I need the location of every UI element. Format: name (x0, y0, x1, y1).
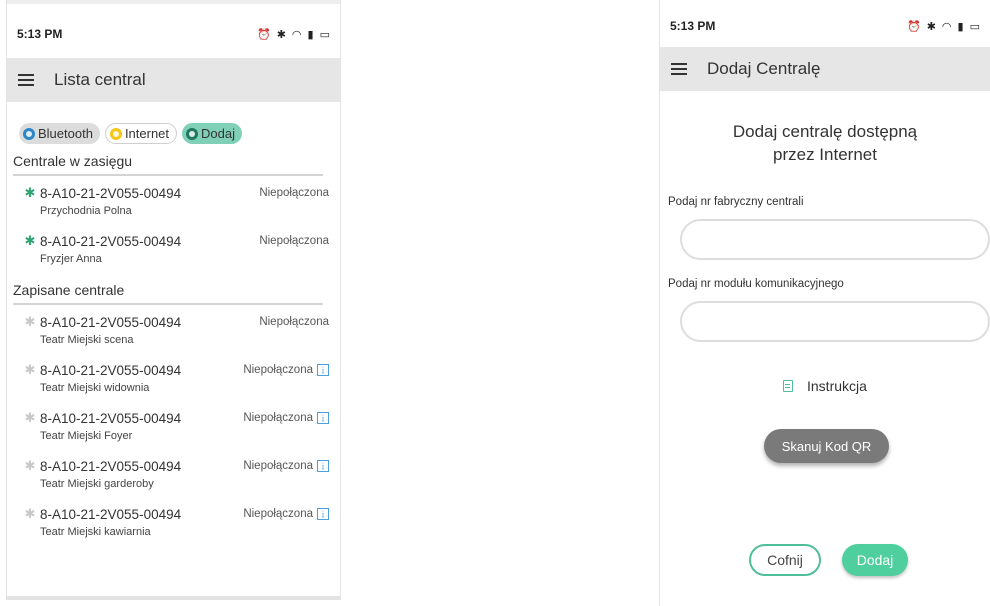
device-code: 8-A10-21-2V055-00494 (40, 362, 182, 378)
bluetooth-chip[interactable]: Bluetooth (19, 123, 100, 144)
plus-icon (186, 127, 199, 140)
instructions-link[interactable]: Instrukcja (783, 378, 867, 394)
device-name: Teatr Miejski kawiarnia (40, 526, 151, 538)
page-title: Lista central (54, 70, 146, 89)
status-icons: ⏰ ✱ ◠ ▮ ▭ (907, 20, 980, 33)
serial-number-field[interactable] (680, 219, 990, 260)
internet-dot-icon (109, 127, 122, 140)
instructions-label: Instrukcja (807, 378, 867, 394)
device-name: Teatr Miejski widownia (40, 382, 150, 394)
device-code: 8-A10-21-2V055-00494 (40, 233, 182, 249)
bluetooth-icon: ✱ (24, 506, 36, 521)
device-name: Teatr Miejski garderoby (40, 478, 154, 490)
signal-icon: ▮ (957, 20, 964, 33)
filter-chips: Bluetooth Internet Dodaj (19, 123, 242, 144)
status-bar: 5:13 PM ⏰ ✱ ◠ ▮ ▭ (7, 20, 340, 48)
chip-label: Internet (124, 126, 170, 141)
section-saved: Zapisane centrale (13, 282, 323, 305)
internet-chip[interactable]: Internet (104, 123, 178, 144)
list-item[interactable]: ✱ 8-A10-21-2V055-00494 Niepołączona i Te… (23, 361, 329, 394)
app-bar: Dodaj Centralę (660, 47, 990, 91)
connection-status: Niepołączona (259, 235, 329, 247)
menu-icon[interactable] (671, 63, 687, 75)
document-icon (783, 380, 793, 392)
menu-icon[interactable] (18, 74, 34, 86)
device-name: Fryzjer Anna (40, 253, 102, 265)
heading-line-1: Dodaj centralę dostępną (732, 122, 918, 141)
list-item[interactable]: ✱ 8-A10-21-2V055-00494 Niepołączona Fryz… (23, 232, 329, 265)
battery-icon: ▭ (319, 28, 330, 41)
module-number-field[interactable] (680, 301, 990, 342)
section-in-range: Centrale w zasięgu (13, 153, 323, 176)
bluetooth-icon: ✱ (24, 410, 36, 425)
wifi-icon: ◠ (291, 28, 302, 41)
device-code: 8-A10-21-2V055-00494 (40, 185, 182, 201)
status-icons: ⏰ ✱ ◠ ▮ ▭ (257, 28, 330, 41)
heading-line-2: przez Internet (773, 145, 877, 164)
list-item[interactable]: ✱ 8-A10-21-2V055-00494 Niepołączona i Te… (23, 457, 329, 490)
bluetooth-icon: ✱ (926, 20, 936, 33)
device-code: 8-A10-21-2V055-00494 (40, 506, 182, 522)
info-icon[interactable]: i (317, 364, 329, 376)
device-code: 8-A10-21-2V055-00494 (40, 314, 182, 330)
connection-status: Niepołączona (243, 364, 313, 376)
top-edge (7, 0, 340, 4)
form-heading: Dodaj centralę dostępną przez Internet (660, 120, 990, 166)
device-name: Teatr Miejski Foyer (40, 430, 133, 442)
list-item[interactable]: ✱ 8-A10-21-2V055-00494 Niepołączona i Te… (23, 505, 329, 538)
signal-icon: ▮ (307, 28, 314, 41)
device-name: Przychodnia Polna (40, 205, 132, 217)
info-icon[interactable]: i (317, 412, 329, 424)
connection-status: Niepołączona (243, 508, 313, 520)
info-icon[interactable]: i (317, 460, 329, 472)
status-time: 5:13 PM (17, 27, 63, 41)
module-number-label: Podaj nr modułu komunikacyjnego (668, 278, 844, 290)
wifi-icon: ◠ (941, 20, 952, 33)
chip-label: Dodaj (201, 126, 235, 141)
connection-status: Niepołączona (243, 460, 313, 472)
status-time: 5:13 PM (670, 19, 716, 33)
battery-icon: ▭ (969, 20, 980, 33)
connection-status: Niepołączona (259, 316, 329, 328)
info-icon[interactable]: i (317, 508, 329, 520)
page-title: Dodaj Centralę (707, 59, 821, 78)
alarm-icon: ⏰ (257, 28, 271, 41)
add-button[interactable]: Dodaj (842, 544, 908, 576)
status-bar: 5:13 PM ⏰ ✱ ◠ ▮ ▭ (660, 12, 990, 40)
list-item[interactable]: ✱ 8-A10-21-2V055-00494 Niepołączona i Te… (23, 409, 329, 442)
bluetooth-icon: ✱ (24, 233, 36, 248)
bluetooth-icon: ✱ (24, 185, 36, 200)
bluetooth-icon: ✱ (24, 362, 36, 377)
list-item[interactable]: ✱ 8-A10-21-2V055-00494 Niepołączona Przy… (23, 184, 329, 217)
serial-number-label: Podaj nr fabryczny centrali (668, 196, 804, 208)
connection-status: Niepołączona (243, 412, 313, 424)
back-button[interactable]: Cofnij (749, 544, 821, 576)
device-code: 8-A10-21-2V055-00494 (40, 410, 182, 426)
chip-label: Bluetooth (38, 126, 93, 141)
app-bar: Lista central (7, 58, 340, 102)
add-chip[interactable]: Dodaj (182, 123, 242, 144)
scan-qr-button[interactable]: Skanuj Kod QR (764, 429, 889, 463)
bluetooth-dot-icon (23, 127, 35, 140)
list-item[interactable]: ✱ 8-A10-21-2V055-00494 Niepołączona Teat… (23, 313, 329, 346)
alarm-icon: ⏰ (907, 20, 921, 33)
device-code: 8-A10-21-2V055-00494 (40, 458, 182, 474)
connection-status: Niepołączona (259, 187, 329, 199)
device-list-screen: 5:13 PM ⏰ ✱ ◠ ▮ ▭ Lista central Bluetoot… (6, 0, 341, 600)
bluetooth-icon: ✱ (24, 314, 36, 329)
device-name: Teatr Miejski scena (40, 334, 134, 346)
add-hub-screen: 5:13 PM ⏰ ✱ ◠ ▮ ▭ Dodaj Centralę Dodaj c… (659, 0, 990, 606)
bluetooth-icon: ✱ (276, 28, 286, 41)
bluetooth-icon: ✱ (24, 458, 36, 473)
